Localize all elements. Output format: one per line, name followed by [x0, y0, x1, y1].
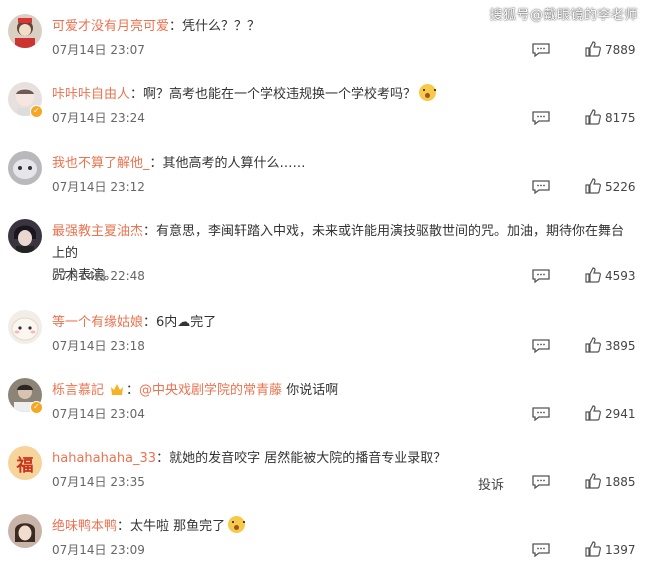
like-count: 7889: [605, 43, 636, 57]
username[interactable]: 我也不算了解他_: [52, 156, 150, 171]
comment-icon[interactable]: [532, 269, 550, 283]
comment-line: 可爱才没有月亮可爱：凭什么？？？: [52, 19, 261, 34]
avatar[interactable]: [8, 219, 42, 253]
crown-badge-icon: [111, 384, 124, 395]
avatar[interactable]: [8, 310, 42, 344]
timestamp: 07月14日 23:04: [52, 407, 145, 421]
verified-badge-icon: ✓: [30, 105, 43, 118]
username[interactable]: 栎言慕記: [52, 383, 104, 398]
like-count: 5226: [605, 180, 636, 194]
thumbs-up-icon[interactable]: [585, 473, 601, 489]
like-count: 2941: [605, 407, 636, 421]
like-count: 1885: [605, 475, 636, 489]
username[interactable]: 可爱才没有月亮可爱: [52, 19, 169, 34]
comment-line: 栎言慕記 ：@中央戏剧学院的常青藤 你说话啊: [52, 383, 339, 398]
like-count: 3895: [605, 339, 636, 353]
timestamp: 07月14日 23:07: [52, 43, 145, 57]
timestamp: 07月14日 23:12: [52, 180, 145, 194]
thumbs-up-icon[interactable]: [585, 178, 601, 194]
thumbs-up-icon[interactable]: [585, 405, 601, 421]
username[interactable]: 等一个有缘姑娘: [52, 315, 143, 330]
comment-text: 啊？高考也能在一个学校违规换一个学校考吗？: [143, 87, 417, 102]
like-count: 8175: [605, 111, 636, 125]
comment-icon[interactable]: [532, 475, 550, 489]
surprised-emoji-icon: [419, 84, 437, 101]
report-button[interactable]: 投诉: [478, 474, 504, 493]
timestamp: 07月14日 23:35: [52, 475, 145, 489]
avatar[interactable]: [8, 151, 42, 185]
comment-line: 绝味鸭本鸭：太牛啦 那鱼完了: [52, 516, 637, 538]
mention-link[interactable]: @中央戏剧学院的常青藤: [139, 383, 282, 398]
comment-icon[interactable]: [532, 43, 550, 57]
comment-line: 咔咔咔自由人：啊？高考也能在一个学校违规换一个学校考吗？: [52, 84, 637, 106]
username[interactable]: 咔咔咔自由人: [52, 87, 130, 102]
kiss-emoji-icon: [228, 516, 246, 533]
comment-text: 你说话啊: [286, 383, 339, 398]
comment-line: hahahahaha_33：就她的发音咬字 居然能被大院的播音专业录取？: [52, 451, 447, 466]
username[interactable]: 绝味鸭本鸭: [52, 519, 117, 534]
thumbs-up-icon[interactable]: [585, 337, 601, 353]
avatar-glyph: 福: [16, 455, 34, 476]
comment-line: 我也不算了解他_：其他高考的人算什么……: [52, 156, 306, 171]
avatar[interactable]: [8, 514, 42, 548]
avatar[interactable]: [8, 14, 42, 48]
comment-icon[interactable]: [532, 180, 550, 194]
timestamp: 07月14日 23:18: [52, 339, 145, 353]
comment-text: 6内☁完了: [156, 315, 217, 330]
thumbs-up-icon[interactable]: [585, 109, 601, 125]
comment-text: 太牛啦 那鱼完了: [130, 519, 226, 534]
thumbs-up-icon[interactable]: [585, 541, 601, 557]
comment-line: 等一个有缘姑娘：6内☁完了: [52, 315, 217, 330]
comment-icon[interactable]: [532, 339, 550, 353]
verified-badge-icon: ✓: [30, 401, 43, 414]
comment-icon[interactable]: [532, 407, 550, 421]
comment-icon[interactable]: [532, 111, 550, 125]
comment-text: 凭什么？？？: [182, 19, 261, 34]
thumbs-up-icon[interactable]: [585, 267, 601, 283]
like-count: 1397: [605, 543, 636, 557]
comment-text: 其他高考的人算什么……: [162, 156, 306, 171]
timestamp: 07月14日 22:48: [52, 269, 145, 283]
comment-text: 就她的发音咬字 居然能被大院的播音专业录取？: [169, 451, 447, 466]
like-count: 4593: [605, 269, 636, 283]
timestamp: 07月14日 23:09: [52, 543, 145, 557]
username[interactable]: 最强教主夏油杰: [52, 224, 143, 239]
avatar[interactable]: 福: [8, 446, 42, 480]
comment-icon[interactable]: [532, 543, 550, 557]
username[interactable]: hahahahaha_33: [52, 451, 156, 466]
thumbs-up-icon[interactable]: [585, 41, 601, 57]
timestamp: 07月14日 23:24: [52, 111, 145, 125]
